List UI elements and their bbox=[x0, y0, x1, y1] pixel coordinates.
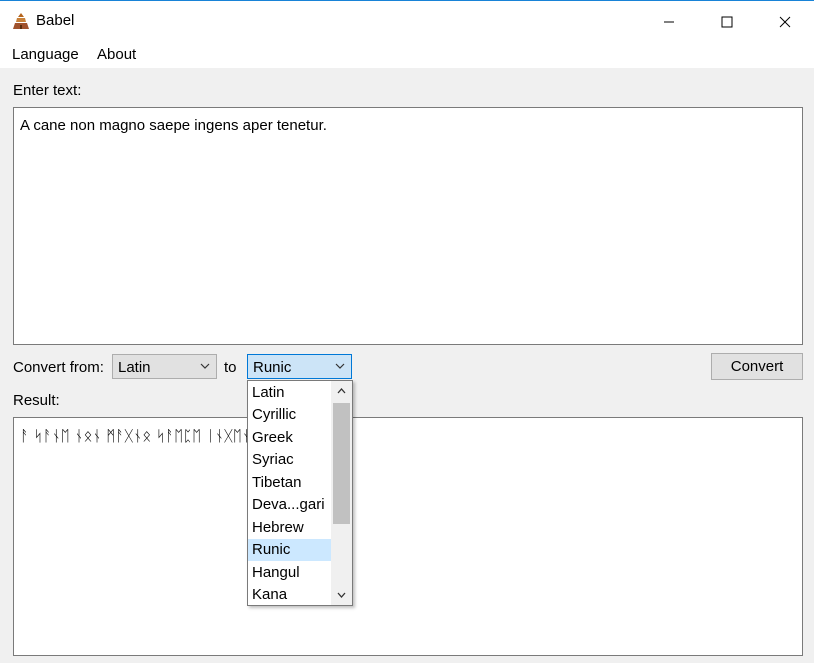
dropdown-option-greek[interactable]: Greek bbox=[248, 427, 331, 449]
scroll-down-button[interactable] bbox=[331, 585, 352, 605]
dropdown-option-hebrew[interactable]: Hebrew bbox=[248, 517, 331, 539]
target-language-value: Runic bbox=[253, 359, 292, 376]
dropdown-option-kana[interactable]: Kana bbox=[248, 584, 331, 606]
chevron-down-icon bbox=[200, 363, 210, 369]
enter-text-label: Enter text: bbox=[13, 82, 82, 99]
menu-language[interactable]: Language bbox=[12, 46, 79, 63]
dropdown-option-runic[interactable]: Runic bbox=[248, 539, 331, 561]
window-title: Babel bbox=[36, 12, 75, 29]
result-textarea[interactable]: ᚨ ᛋᚨᚾᛖ ᚾᛟᚾ ᛗᚨᚷᚾᛟ ᛋᚨᛖᛈᛖ ᛁᚾᚷᛖᚾᛋ ᚨᛈᛖ bbox=[13, 417, 803, 656]
menu-bar: Language About bbox=[0, 42, 814, 68]
dropdown-option-hangul[interactable]: Hangul bbox=[248, 562, 331, 584]
dropdown-option-latin[interactable]: Latin bbox=[248, 382, 331, 404]
input-text: A cane non magno saepe ingens aper tenet… bbox=[20, 117, 327, 134]
source-language-value: Latin bbox=[118, 359, 151, 376]
convert-button[interactable]: Convert bbox=[711, 353, 803, 380]
chevron-up-icon bbox=[337, 388, 346, 394]
minimize-button[interactable] bbox=[640, 1, 698, 42]
close-button[interactable] bbox=[756, 1, 814, 42]
menu-about[interactable]: About bbox=[97, 46, 136, 63]
close-icon bbox=[779, 16, 791, 27]
minimize-icon bbox=[664, 21, 674, 22]
target-language-select[interactable]: Runic bbox=[247, 354, 352, 379]
dropdown-option-tibetan[interactable]: Tibetan bbox=[248, 472, 331, 494]
babel-tower-icon bbox=[13, 13, 29, 29]
dropdown-option-devanagari[interactable]: Deva...gari bbox=[248, 494, 331, 516]
scroll-thumb[interactable] bbox=[333, 403, 350, 524]
convert-from-label: Convert from: bbox=[13, 359, 104, 376]
to-label: to bbox=[224, 359, 237, 376]
source-language-select[interactable]: Latin bbox=[112, 354, 217, 379]
dropdown-option-cyrillic[interactable]: Cyrillic bbox=[248, 404, 331, 426]
chevron-down-icon bbox=[337, 592, 346, 598]
scroll-up-button[interactable] bbox=[331, 381, 352, 401]
input-textarea[interactable]: A cane non magno saepe ingens aper tenet… bbox=[13, 107, 803, 345]
maximize-icon bbox=[721, 16, 733, 27]
language-dropdown-list[interactable]: Latin Cyrillic Greek Syriac Tibetan Deva… bbox=[247, 380, 353, 606]
maximize-button[interactable] bbox=[698, 1, 756, 42]
result-label: Result: bbox=[13, 392, 60, 409]
dropdown-option-syriac[interactable]: Syriac bbox=[248, 449, 331, 471]
dropdown-scrollbar[interactable] bbox=[331, 381, 352, 605]
chevron-down-icon bbox=[335, 363, 345, 369]
app-window: Babel Language About Enter text: A cane … bbox=[0, 0, 814, 663]
title-bar[interactable]: Babel bbox=[0, 1, 814, 42]
